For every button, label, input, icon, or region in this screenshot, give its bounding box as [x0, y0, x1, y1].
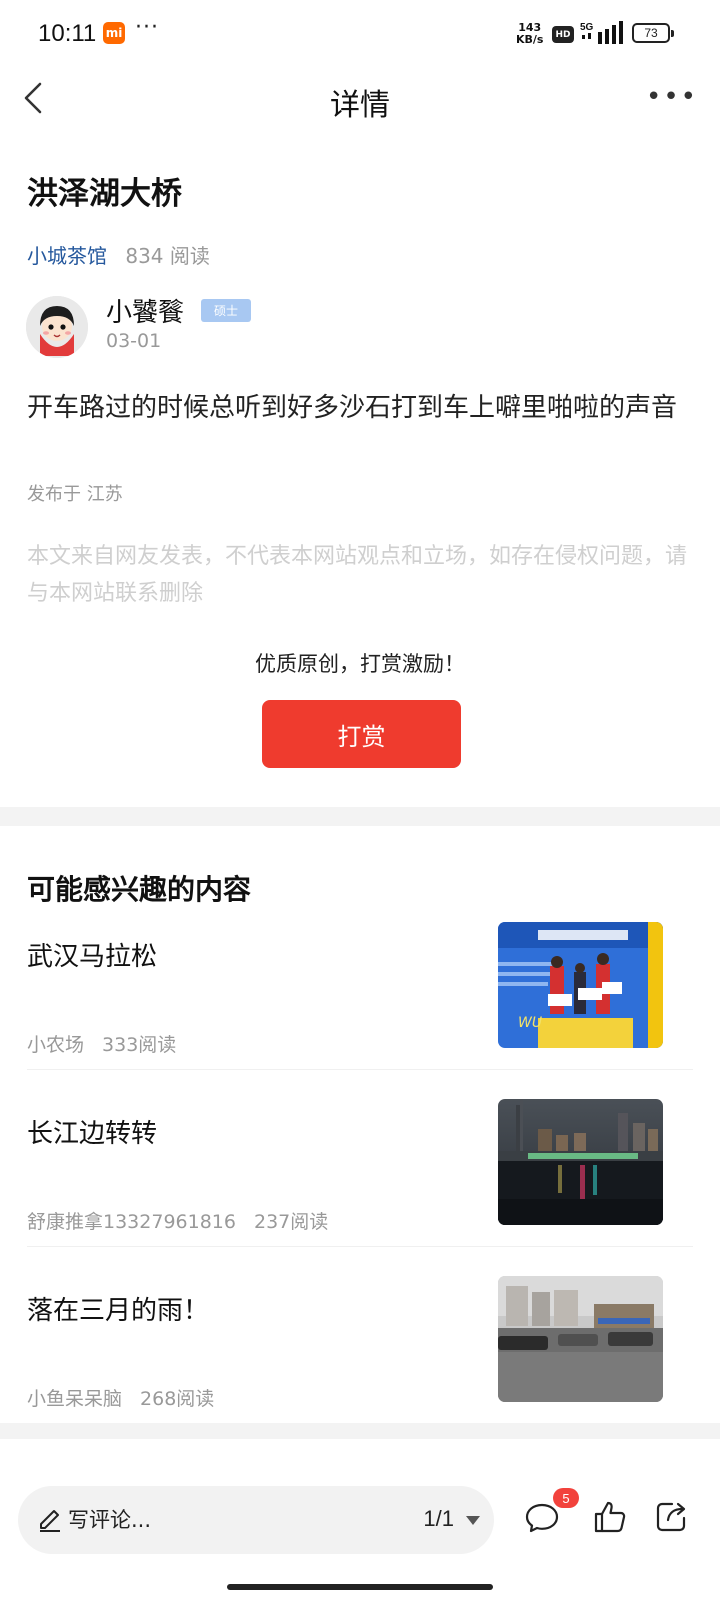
list-divider [27, 1069, 693, 1070]
battery-level: 73 [644, 26, 658, 40]
post-date: 03-01 [106, 330, 162, 352]
disclaimer-text: 本文来自网友发表，不代表本网站观点和立场，如存在侵权问题，请与本网站联系删除 [27, 544, 688, 606]
comment-count-badge: 5 [553, 1488, 579, 1508]
recommendation-reads: 237阅读 [253, 1211, 329, 1233]
recommendation-source: 小鱼呆呆脑 [27, 1388, 123, 1410]
recommendation-item[interactable]: 武汉马拉松 小农场 333阅读 WU [0, 922, 720, 1092]
page-indicator[interactable]: 1/1 [423, 1506, 454, 1532]
recommendation-meta: 小鱼呆呆脑 268阅读 [27, 1384, 214, 1411]
network-speed: 143 KB/s [516, 22, 543, 46]
rainy-street-image [498, 1276, 663, 1402]
svg-text:WU: WU [518, 1015, 542, 1031]
read-count: 834 阅读 [125, 244, 210, 268]
article-meta: 小城茶馆 834 阅读 [27, 240, 210, 269]
top-nav-bar: 详情 ••• [0, 66, 720, 130]
section-divider [0, 807, 720, 826]
recommendation-item[interactable]: 长江边转转 舒康推拿13327961816 237阅读 [0, 1099, 720, 1269]
river-thumbnail[interactable] [498, 1099, 663, 1225]
page-title: 详情 [330, 88, 390, 123]
recommendation-item[interactable]: 落在三月的雨！ 小鱼呆呆脑 268阅读 [0, 1276, 720, 1446]
recommendation-reads: 268阅读 [140, 1388, 215, 1410]
author-level-badge: 硕士 [201, 299, 251, 322]
marathon-thumbnail[interactable]: WU [498, 922, 663, 1048]
recommendation-reads: 333阅读 [102, 1034, 177, 1056]
comment-placeholder: 写评论... [68, 1508, 152, 1532]
author-avatar[interactable] [26, 296, 88, 358]
chevron-down-icon[interactable] [466, 1516, 480, 1525]
reward-button[interactable]: 打赏 [262, 700, 461, 768]
mi-app-icon: mi [103, 22, 125, 44]
avatar-cartoon-icon [26, 296, 88, 358]
share-icon[interactable] [654, 1498, 690, 1534]
section-divider [0, 1423, 720, 1439]
status-bar: 10:11 mi ··· 143 KB/s HD 5G 73 [0, 0, 720, 66]
pen-icon [40, 1510, 60, 1532]
author-name[interactable]: 小饕餮 [106, 292, 184, 329]
marathon-podium-image: WU [498, 922, 663, 1048]
article-title: 洪泽湖大桥 [27, 176, 182, 212]
rainy-street-thumbnail[interactable] [498, 1276, 663, 1402]
battery-icon: 73 [632, 23, 674, 43]
recommendation-meta: 舒康推拿13327961816 237阅读 [27, 1207, 328, 1234]
post-body: 开车路过的时候总听到好多沙石打到车上噼里啪啦的声音 [27, 393, 678, 423]
river-night-image [498, 1099, 663, 1225]
recommendation-title[interactable]: 武汉马拉松 [27, 936, 157, 973]
bottom-action-bar: 写评论... 1/1 5 [0, 1470, 720, 1600]
more-options-icon[interactable]: ••• [646, 82, 698, 112]
recommendation-source: 舒康推拿13327961816 [27, 1211, 236, 1233]
reward-prompt: 优质原创，打赏激励！ [255, 652, 465, 676]
comment-icon[interactable] [524, 1500, 560, 1536]
more-notifications-icon: ··· [135, 15, 159, 40]
list-divider [27, 1246, 693, 1247]
recommendations-header: 可能感兴趣的内容 [27, 873, 252, 906]
post-location: 发布于 江苏 [27, 484, 123, 505]
recommendation-title[interactable]: 长江边转转 [27, 1113, 157, 1150]
hd-icon: HD [552, 26, 574, 43]
home-indicator[interactable] [227, 1584, 493, 1590]
recommendation-meta: 小农场 333阅读 [27, 1030, 176, 1057]
comment-input[interactable]: 写评论... 1/1 [18, 1486, 494, 1554]
status-time: 10:11 [38, 20, 97, 47]
forum-link[interactable]: 小城茶馆 [27, 244, 107, 268]
network-type: 5G [580, 22, 594, 33]
signal-icon: 5G [580, 21, 623, 44]
thumbs-up-icon[interactable] [592, 1498, 628, 1536]
recommendation-source: 小农场 [27, 1034, 85, 1056]
network-speed-unit: KB/s [516, 33, 544, 46]
recommendation-title[interactable]: 落在三月的雨！ [27, 1290, 209, 1327]
